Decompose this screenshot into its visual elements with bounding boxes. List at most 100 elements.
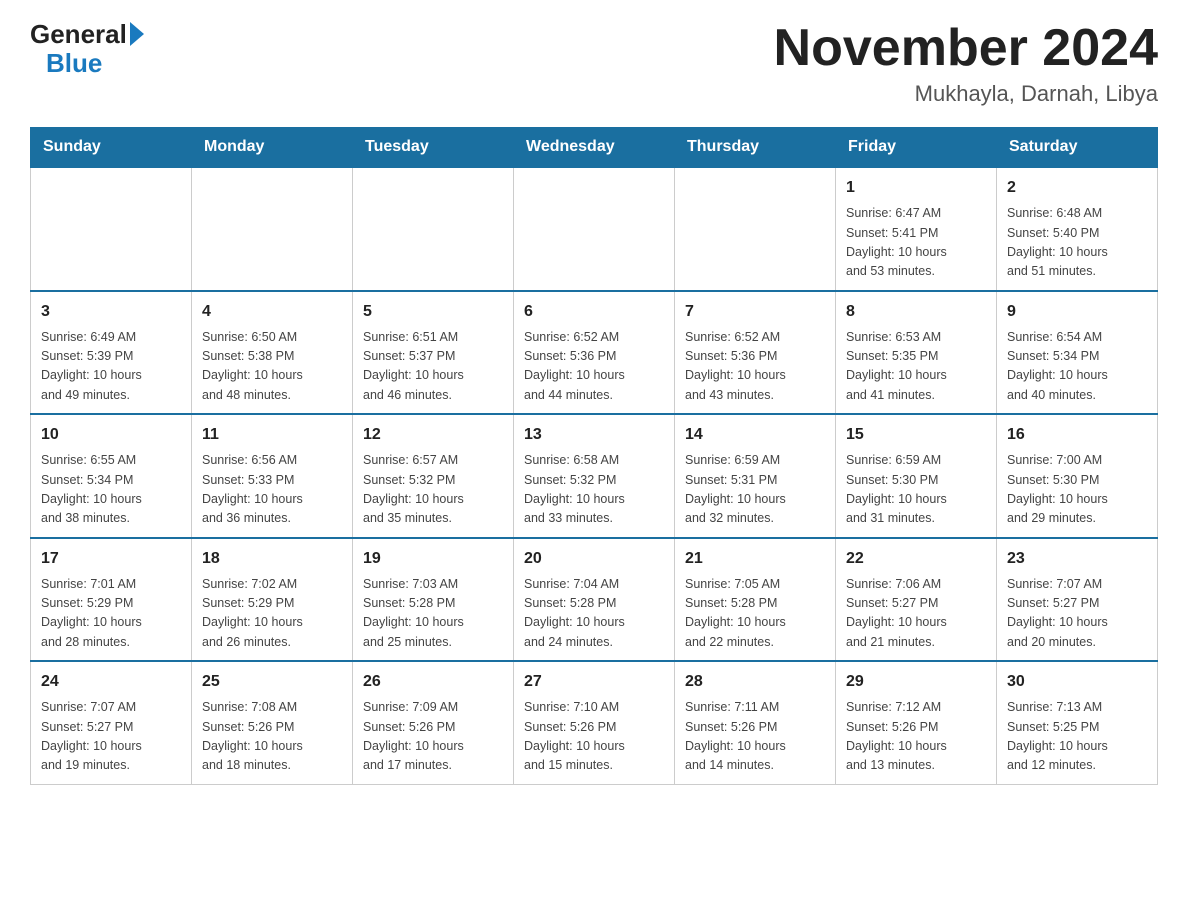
- day-number: 29: [846, 670, 986, 694]
- calendar-cell: 26Sunrise: 7:09 AM Sunset: 5:26 PM Dayli…: [353, 661, 514, 784]
- calendar-cell: 19 Sunrise: 7:03 AM Sunset: 5:28 PM Dayli…: [353, 538, 514, 662]
- day-info: Sunrise: 6:59 AM Sunset: 5:31 PM Dayligh…: [685, 451, 825, 529]
- day-number: 30: [1007, 670, 1147, 694]
- day-info: Sunrise: 7:03 AM Sunset: 5:28 PM Dayligh…: [363, 575, 503, 653]
- day-number: 5: [363, 300, 503, 324]
- calendar-cell: 12 Sunrise: 6:57 AM Sunset: 5:32 PM Dayli…: [353, 414, 514, 538]
- calendar-cell: 8Sunrise: 6:53 AM Sunset: 5:35 PM Daylig…: [836, 291, 997, 415]
- day-info: Sunrise: 6:55 AM Sunset: 5:34 PM Dayligh…: [41, 451, 181, 529]
- calendar-cell: 6 Sunrise: 6:52 AM Sunset: 5:36 PM Daylig…: [514, 291, 675, 415]
- day-number: 10: [41, 423, 181, 447]
- day-number: 18: [202, 547, 342, 571]
- logo-arrow-icon: [130, 22, 144, 46]
- calendar-cell: 22Sunrise: 7:06 AM Sunset: 5:27 PM Dayli…: [836, 538, 997, 662]
- day-info: Sunrise: 6:58 AM Sunset: 5:32 PM Dayligh…: [524, 451, 664, 529]
- day-info: Sunrise: 7:07 AM Sunset: 5:27 PM Dayligh…: [1007, 575, 1147, 653]
- calendar-cell: [514, 167, 675, 291]
- day-info: Sunrise: 7:10 AM Sunset: 5:26 PM Dayligh…: [524, 698, 664, 776]
- day-number: 25: [202, 670, 342, 694]
- day-info: Sunrise: 6:50 AM Sunset: 5:38 PM Dayligh…: [202, 328, 342, 406]
- day-number: 14: [685, 423, 825, 447]
- day-number: 9: [1007, 300, 1147, 324]
- day-info: Sunrise: 7:06 AM Sunset: 5:27 PM Dayligh…: [846, 575, 986, 653]
- day-info: Sunrise: 7:09 AM Sunset: 5:26 PM Dayligh…: [363, 698, 503, 776]
- day-info: Sunrise: 6:49 AM Sunset: 5:39 PM Dayligh…: [41, 328, 181, 406]
- day-header-wednesday: Wednesday: [514, 128, 675, 168]
- calendar-cell: 15 Sunrise: 6:59 AM Sunset: 5:30 PM Dayli…: [836, 414, 997, 538]
- day-info: Sunrise: 6:47 AM Sunset: 5:41 PM Dayligh…: [846, 204, 986, 282]
- day-number: 19: [363, 547, 503, 571]
- calendar-cell: 23 Sunrise: 7:07 AM Sunset: 5:27 PM Dayli…: [997, 538, 1158, 662]
- calendar-cell: 29 Sunrise: 7:12 AM Sunset: 5:26 PM Dayli…: [836, 661, 997, 784]
- day-header-thursday: Thursday: [675, 128, 836, 168]
- day-number: 16: [1007, 423, 1147, 447]
- calendar-cell: 17 Sunrise: 7:01 AM Sunset: 5:29 PM Dayli…: [31, 538, 192, 662]
- calendar-cell: [353, 167, 514, 291]
- days-of-week-row: SundayMondayTuesdayWednesdayThursdayFrid…: [31, 128, 1158, 168]
- day-info: Sunrise: 6:54 AM Sunset: 5:34 PM Dayligh…: [1007, 328, 1147, 406]
- calendar-cell: 20Sunrise: 7:04 AM Sunset: 5:28 PM Dayli…: [514, 538, 675, 662]
- week-row-4: 17 Sunrise: 7:01 AM Sunset: 5:29 PM Dayli…: [31, 538, 1158, 662]
- day-info: Sunrise: 7:07 AM Sunset: 5:27 PM Dayligh…: [41, 698, 181, 776]
- calendar-cell: 30Sunrise: 7:13 AM Sunset: 5:25 PM Dayli…: [997, 661, 1158, 784]
- calendar-cell: 10 Sunrise: 6:55 AM Sunset: 5:34 PM Dayli…: [31, 414, 192, 538]
- day-number: 13: [524, 423, 664, 447]
- day-number: 24: [41, 670, 181, 694]
- calendar-cell: 11 Sunrise: 6:56 AM Sunset: 5:33 PM Dayli…: [192, 414, 353, 538]
- calendar-cell: 2Sunrise: 6:48 AM Sunset: 5:40 PM Daylig…: [997, 167, 1158, 291]
- calendar-header: SundayMondayTuesdayWednesdayThursdayFrid…: [31, 128, 1158, 168]
- day-info: Sunrise: 6:56 AM Sunset: 5:33 PM Dayligh…: [202, 451, 342, 529]
- week-row-5: 24 Sunrise: 7:07 AM Sunset: 5:27 PM Dayli…: [31, 661, 1158, 784]
- location-title: Mukhayla, Darnah, Libya: [774, 81, 1158, 107]
- day-number: 4: [202, 300, 342, 324]
- day-info: Sunrise: 6:57 AM Sunset: 5:32 PM Dayligh…: [363, 451, 503, 529]
- day-number: 21: [685, 547, 825, 571]
- day-number: 28: [685, 670, 825, 694]
- calendar-cell: 24 Sunrise: 7:07 AM Sunset: 5:27 PM Dayli…: [31, 661, 192, 784]
- calendar-cell: 9 Sunrise: 6:54 AM Sunset: 5:34 PM Daylig…: [997, 291, 1158, 415]
- day-info: Sunrise: 7:12 AM Sunset: 5:26 PM Dayligh…: [846, 698, 986, 776]
- day-number: 3: [41, 300, 181, 324]
- day-info: Sunrise: 7:02 AM Sunset: 5:29 PM Dayligh…: [202, 575, 342, 653]
- day-info: Sunrise: 6:52 AM Sunset: 5:36 PM Dayligh…: [685, 328, 825, 406]
- calendar-cell: 27 Sunrise: 7:10 AM Sunset: 5:26 PM Dayli…: [514, 661, 675, 784]
- day-number: 23: [1007, 547, 1147, 571]
- day-number: 15: [846, 423, 986, 447]
- day-number: 8: [846, 300, 986, 324]
- day-info: Sunrise: 7:11 AM Sunset: 5:26 PM Dayligh…: [685, 698, 825, 776]
- calendar-cell: 25Sunrise: 7:08 AM Sunset: 5:26 PM Dayli…: [192, 661, 353, 784]
- month-title: November 2024: [774, 20, 1158, 77]
- day-number: 20: [524, 547, 664, 571]
- day-number: 17: [41, 547, 181, 571]
- day-number: 11: [202, 423, 342, 447]
- day-info: Sunrise: 6:48 AM Sunset: 5:40 PM Dayligh…: [1007, 204, 1147, 282]
- calendar-cell: [192, 167, 353, 291]
- title-area: November 2024 Mukhayla, Darnah, Libya: [774, 20, 1158, 107]
- day-header-tuesday: Tuesday: [353, 128, 514, 168]
- day-info: Sunrise: 7:01 AM Sunset: 5:29 PM Dayligh…: [41, 575, 181, 653]
- calendar-cell: 3 Sunrise: 6:49 AM Sunset: 5:39 PM Daylig…: [31, 291, 192, 415]
- calendar-body: 1 Sunrise: 6:47 AM Sunset: 5:41 PM Daylig…: [31, 167, 1158, 784]
- logo: General Blue: [30, 20, 144, 77]
- week-row-2: 3 Sunrise: 6:49 AM Sunset: 5:39 PM Daylig…: [31, 291, 1158, 415]
- day-number: 7: [685, 300, 825, 324]
- page-header: General Blue November 2024 Mukhayla, Dar…: [30, 20, 1158, 107]
- day-number: 6: [524, 300, 664, 324]
- day-header-saturday: Saturday: [997, 128, 1158, 168]
- day-number: 12: [363, 423, 503, 447]
- week-row-3: 10 Sunrise: 6:55 AM Sunset: 5:34 PM Dayli…: [31, 414, 1158, 538]
- day-info: Sunrise: 7:00 AM Sunset: 5:30 PM Dayligh…: [1007, 451, 1147, 529]
- day-info: Sunrise: 6:59 AM Sunset: 5:30 PM Dayligh…: [846, 451, 986, 529]
- calendar-cell: 28 Sunrise: 7:11 AM Sunset: 5:26 PM Dayli…: [675, 661, 836, 784]
- calendar-cell: 13 Sunrise: 6:58 AM Sunset: 5:32 PM Dayli…: [514, 414, 675, 538]
- calendar-cell: 5Sunrise: 6:51 AM Sunset: 5:37 PM Daylig…: [353, 291, 514, 415]
- day-number: 1: [846, 176, 986, 200]
- logo-general-text: General: [30, 20, 127, 49]
- day-header-monday: Monday: [192, 128, 353, 168]
- calendar-cell: 4 Sunrise: 6:50 AM Sunset: 5:38 PM Daylig…: [192, 291, 353, 415]
- calendar-table: SundayMondayTuesdayWednesdayThursdayFrid…: [30, 127, 1158, 785]
- day-info: Sunrise: 7:05 AM Sunset: 5:28 PM Dayligh…: [685, 575, 825, 653]
- calendar-cell: 14 Sunrise: 6:59 AM Sunset: 5:31 PM Dayli…: [675, 414, 836, 538]
- day-number: 27: [524, 670, 664, 694]
- day-info: Sunrise: 6:52 AM Sunset: 5:36 PM Dayligh…: [524, 328, 664, 406]
